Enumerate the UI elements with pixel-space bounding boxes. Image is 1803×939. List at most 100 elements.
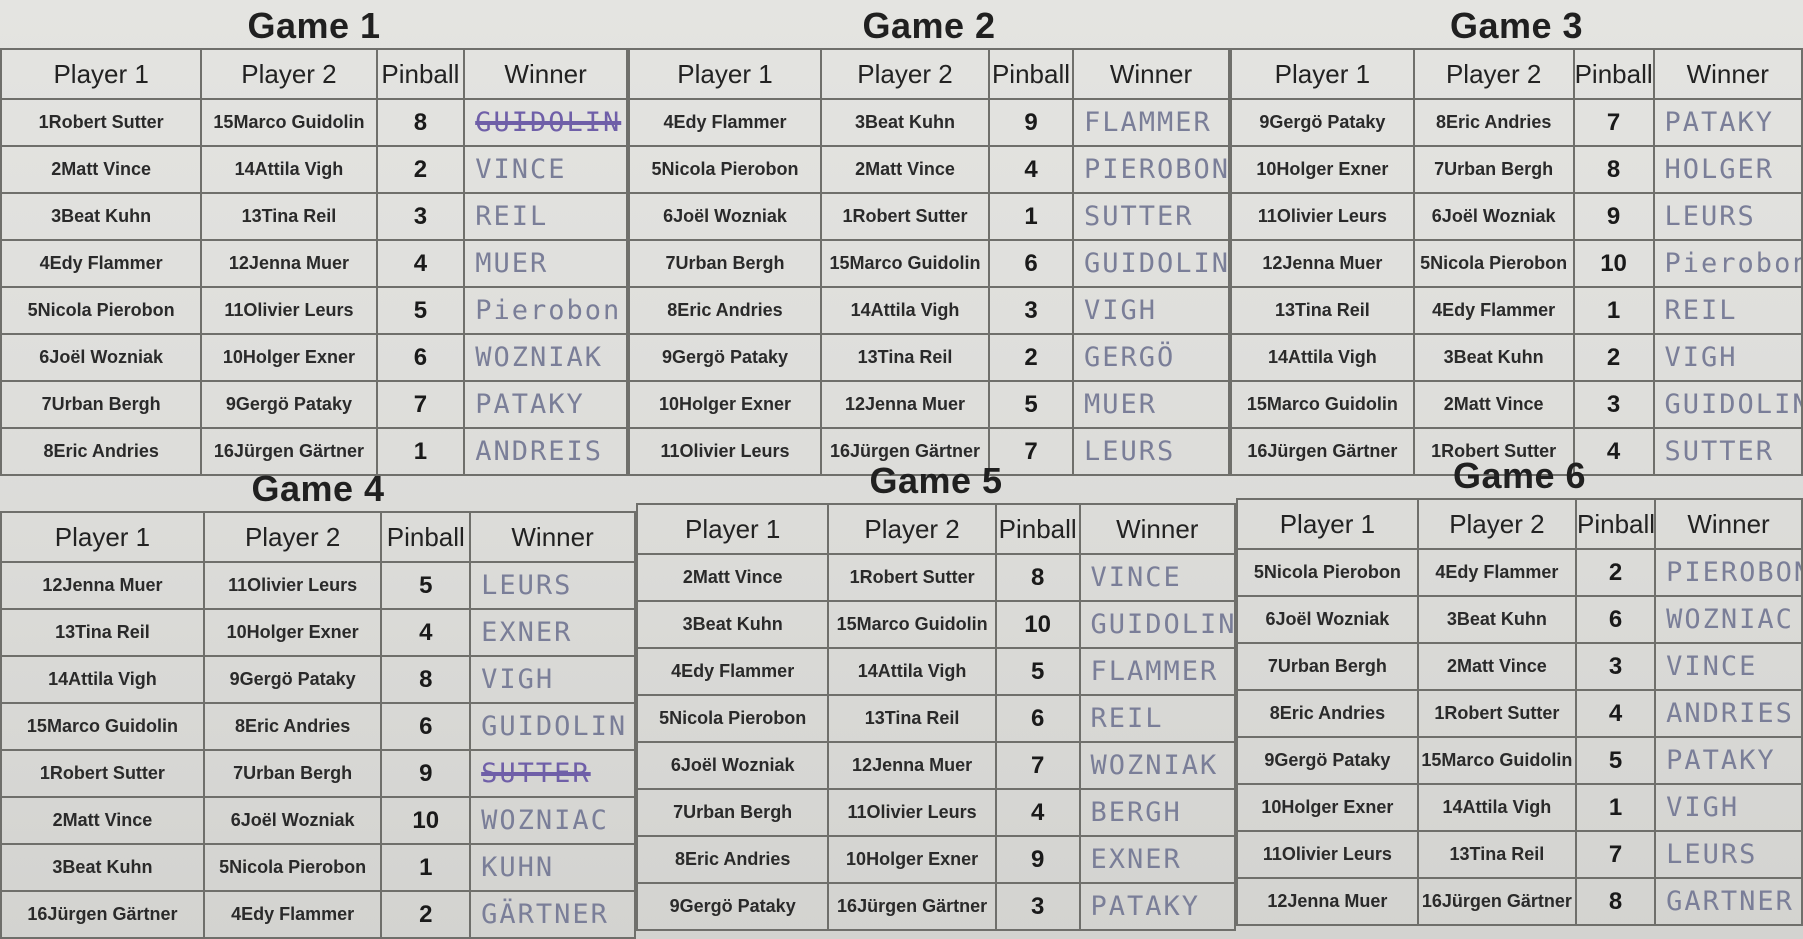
- player-2-cell: 5Nicola Pierobon: [1412, 239, 1575, 288]
- winner-cell: REIL: [1078, 694, 1237, 743]
- player-1-cell: 5Nicola Pierobon: [635, 694, 830, 743]
- winner-cell: WOZNIAK: [463, 333, 628, 382]
- pinball-cell: 6: [988, 239, 1074, 288]
- winner-header: Winner: [1654, 498, 1803, 550]
- table-row: 4Edy Flammer 12Jenna Muer 4 MUER: [0, 239, 628, 288]
- table-row: 2Matt Vince 6Joël Wozniak 10 WOZNIAC: [0, 796, 636, 845]
- player-2-header: Player 2: [1412, 48, 1575, 100]
- winner-cell: GARTNER: [1654, 877, 1803, 926]
- winner-cell: Pierobon: [463, 286, 628, 335]
- player-2-header: Player 2: [827, 503, 997, 555]
- winner-cell: FLAMMER: [1078, 647, 1237, 696]
- player-2-cell: 2Matt Vince: [820, 145, 990, 194]
- winner-cell: VINCE: [1078, 553, 1237, 602]
- player-2-cell: 13Tina Reil: [820, 333, 990, 382]
- player-2-cell: 15Marco Guidolin: [827, 600, 997, 649]
- table-row: 14Attila Vigh 9Gergö Pataky 8 VIGH: [0, 655, 636, 704]
- pinball-cell: 6: [380, 702, 472, 751]
- table-row: 6Joël Wozniak 3Beat Kuhn 6 WOZNIAC: [1236, 595, 1803, 644]
- pinball-cell: 8: [375, 98, 466, 147]
- game-5-block: Game 5 Player 1 Player 2 Pinball Winner 2Matt…: [635, 455, 1237, 939]
- player-1-cell: 4Edy Flammer: [635, 647, 830, 696]
- pinball-cell: 1: [1572, 286, 1655, 335]
- player-2-cell: 14Attila Vigh: [820, 286, 990, 335]
- pinball-cell: 7: [1572, 98, 1655, 147]
- winner-cell: Pierobon: [1652, 239, 1803, 288]
- player-2-cell: 10Holger Exner: [202, 608, 383, 657]
- player-1-cell: 5Nicola Pierobon: [0, 286, 203, 335]
- game-table: Player 1 Player 2 Pinball Winner 1Robert Sut…: [0, 48, 628, 476]
- player-1-cell: 13Tina Reil: [0, 608, 205, 657]
- table-row: 2Matt Vince 14Attila Vigh 2 VINCE: [0, 145, 628, 194]
- table-row: 6Joël Wozniak 1Robert Sutter 1 SUTTER: [628, 192, 1230, 241]
- winner-cell: REIL: [463, 192, 628, 241]
- player-2-cell: 12Jenna Muer: [827, 741, 997, 790]
- table-row: 13Tina Reil 4Edy Flammer 1 REIL: [1230, 286, 1803, 335]
- pinball-cell: 3: [994, 882, 1081, 931]
- winner-cell: BERGH: [1078, 788, 1237, 837]
- player-2-cell: 12Jenna Muer: [200, 239, 378, 288]
- pinball-cell: 4: [375, 239, 466, 288]
- player-2-cell: 4Edy Flammer: [1412, 286, 1575, 335]
- winner-cell: LEURS: [1654, 830, 1803, 879]
- player-1-header: Player 1: [0, 511, 205, 563]
- winner-cell: PATAKY: [463, 380, 628, 429]
- pinball-header: Pinball: [1572, 48, 1655, 100]
- winner-header: Winner: [1072, 48, 1230, 100]
- player-1-cell: 6Joël Wozniak: [1236, 595, 1419, 644]
- pinball-header: Pinball: [375, 48, 466, 100]
- table-row: 9Gergö Pataky 13Tina Reil 2 GERGÖ: [628, 333, 1230, 382]
- player-2-cell: 8Eric Andries: [202, 702, 383, 751]
- player-1-cell: 9Gergö Pataky: [1236, 736, 1419, 785]
- player-1-cell: 15Marco Guidolin: [1230, 380, 1415, 429]
- table-row: 9Gergö Pataky 15Marco Guidolin 5 PATAKY: [1236, 736, 1803, 785]
- table-row: 12Jenna Muer 5Nicola Pierobon 10 Pierobon: [1230, 239, 1803, 288]
- player-1-cell: 14Attila Vigh: [1230, 333, 1415, 382]
- table-row: 5Nicola Pierobon 4Edy Flammer 2 PIEROBON: [1236, 548, 1803, 597]
- winner-cell: GUIDOLIN: [469, 702, 636, 751]
- pinball-cell: 4: [988, 145, 1074, 194]
- table-row: 13Tina Reil 10Holger Exner 4 EXNER: [0, 608, 636, 657]
- winner-cell: VINCE: [463, 145, 628, 194]
- pinball-cell: 2: [375, 145, 466, 194]
- pinball-cell: 5: [380, 561, 472, 610]
- table-row: 8Eric Andries 14Attila Vigh 3 VIGH: [628, 286, 1230, 335]
- winner-cell: VIGH: [1654, 783, 1803, 832]
- table-row: 3Beat Kuhn 13Tina Reil 3 REIL: [0, 192, 628, 241]
- header-row: Player 1 Player 2 Pinball Winner: [635, 503, 1237, 555]
- table-row: 6Joël Wozniak 12Jenna Muer 7 WOZNIAK: [635, 741, 1237, 790]
- table-row: 11Olivier Leurs 6Joël Wozniak 9 LEURS: [1230, 192, 1803, 241]
- pinball-cell: 10: [380, 796, 472, 845]
- player-2-header: Player 2: [200, 48, 378, 100]
- game-3-block: Game 3 Player 1 Player 2 Pinball Winner 9Gerg…: [1230, 0, 1803, 476]
- pinball-cell: 1: [1574, 783, 1657, 832]
- game-2-block: Game 2 Player 1 Player 2 Pinball Winner 4Edy …: [628, 0, 1230, 476]
- pinball-cell: 5: [988, 380, 1074, 429]
- player-2-cell: 5Nicola Pierobon: [202, 843, 383, 892]
- player-2-header: Player 2: [820, 48, 990, 100]
- game-table: Player 1 Player 2 Pinball Winner 2Matt Vince…: [635, 503, 1237, 931]
- pinball-cell: 8: [1574, 877, 1657, 926]
- pinball-cell: 7: [994, 741, 1081, 790]
- pinball-header: Pinball: [380, 511, 472, 563]
- player-1-header: Player 1: [1230, 48, 1415, 100]
- pinball-cell: 9: [380, 749, 472, 798]
- player-2-cell: 15Marco Guidolin: [200, 98, 378, 147]
- player-2-cell: 14Attila Vigh: [1416, 783, 1577, 832]
- player-1-cell: 6Joël Wozniak: [635, 741, 830, 790]
- winner-cell: SUTTER: [1072, 192, 1230, 241]
- player-2-cell: 6Joël Wozniak: [1412, 192, 1575, 241]
- player-2-cell: 14Attila Vigh: [200, 145, 378, 194]
- pinball-cell: 6: [994, 694, 1081, 743]
- winner-cell: PIEROBON: [1072, 145, 1230, 194]
- player-2-cell: 10Holger Exner: [200, 333, 378, 382]
- pinball-cell: 8: [994, 553, 1081, 602]
- player-2-cell: 15Marco Guidolin: [820, 239, 990, 288]
- table-row: 1Robert Sutter 15Marco Guidolin 8 GUIDOLIN: [0, 98, 628, 147]
- winner-cell: GERGÖ: [1072, 333, 1230, 382]
- pinball-cell: 3: [375, 192, 466, 241]
- winner-cell: ANDRIES: [1654, 689, 1803, 738]
- pinball-cell: 5: [1574, 736, 1657, 785]
- game-title: Game 5: [869, 460, 1003, 501]
- player-1-cell: 8Eric Andries: [628, 286, 822, 335]
